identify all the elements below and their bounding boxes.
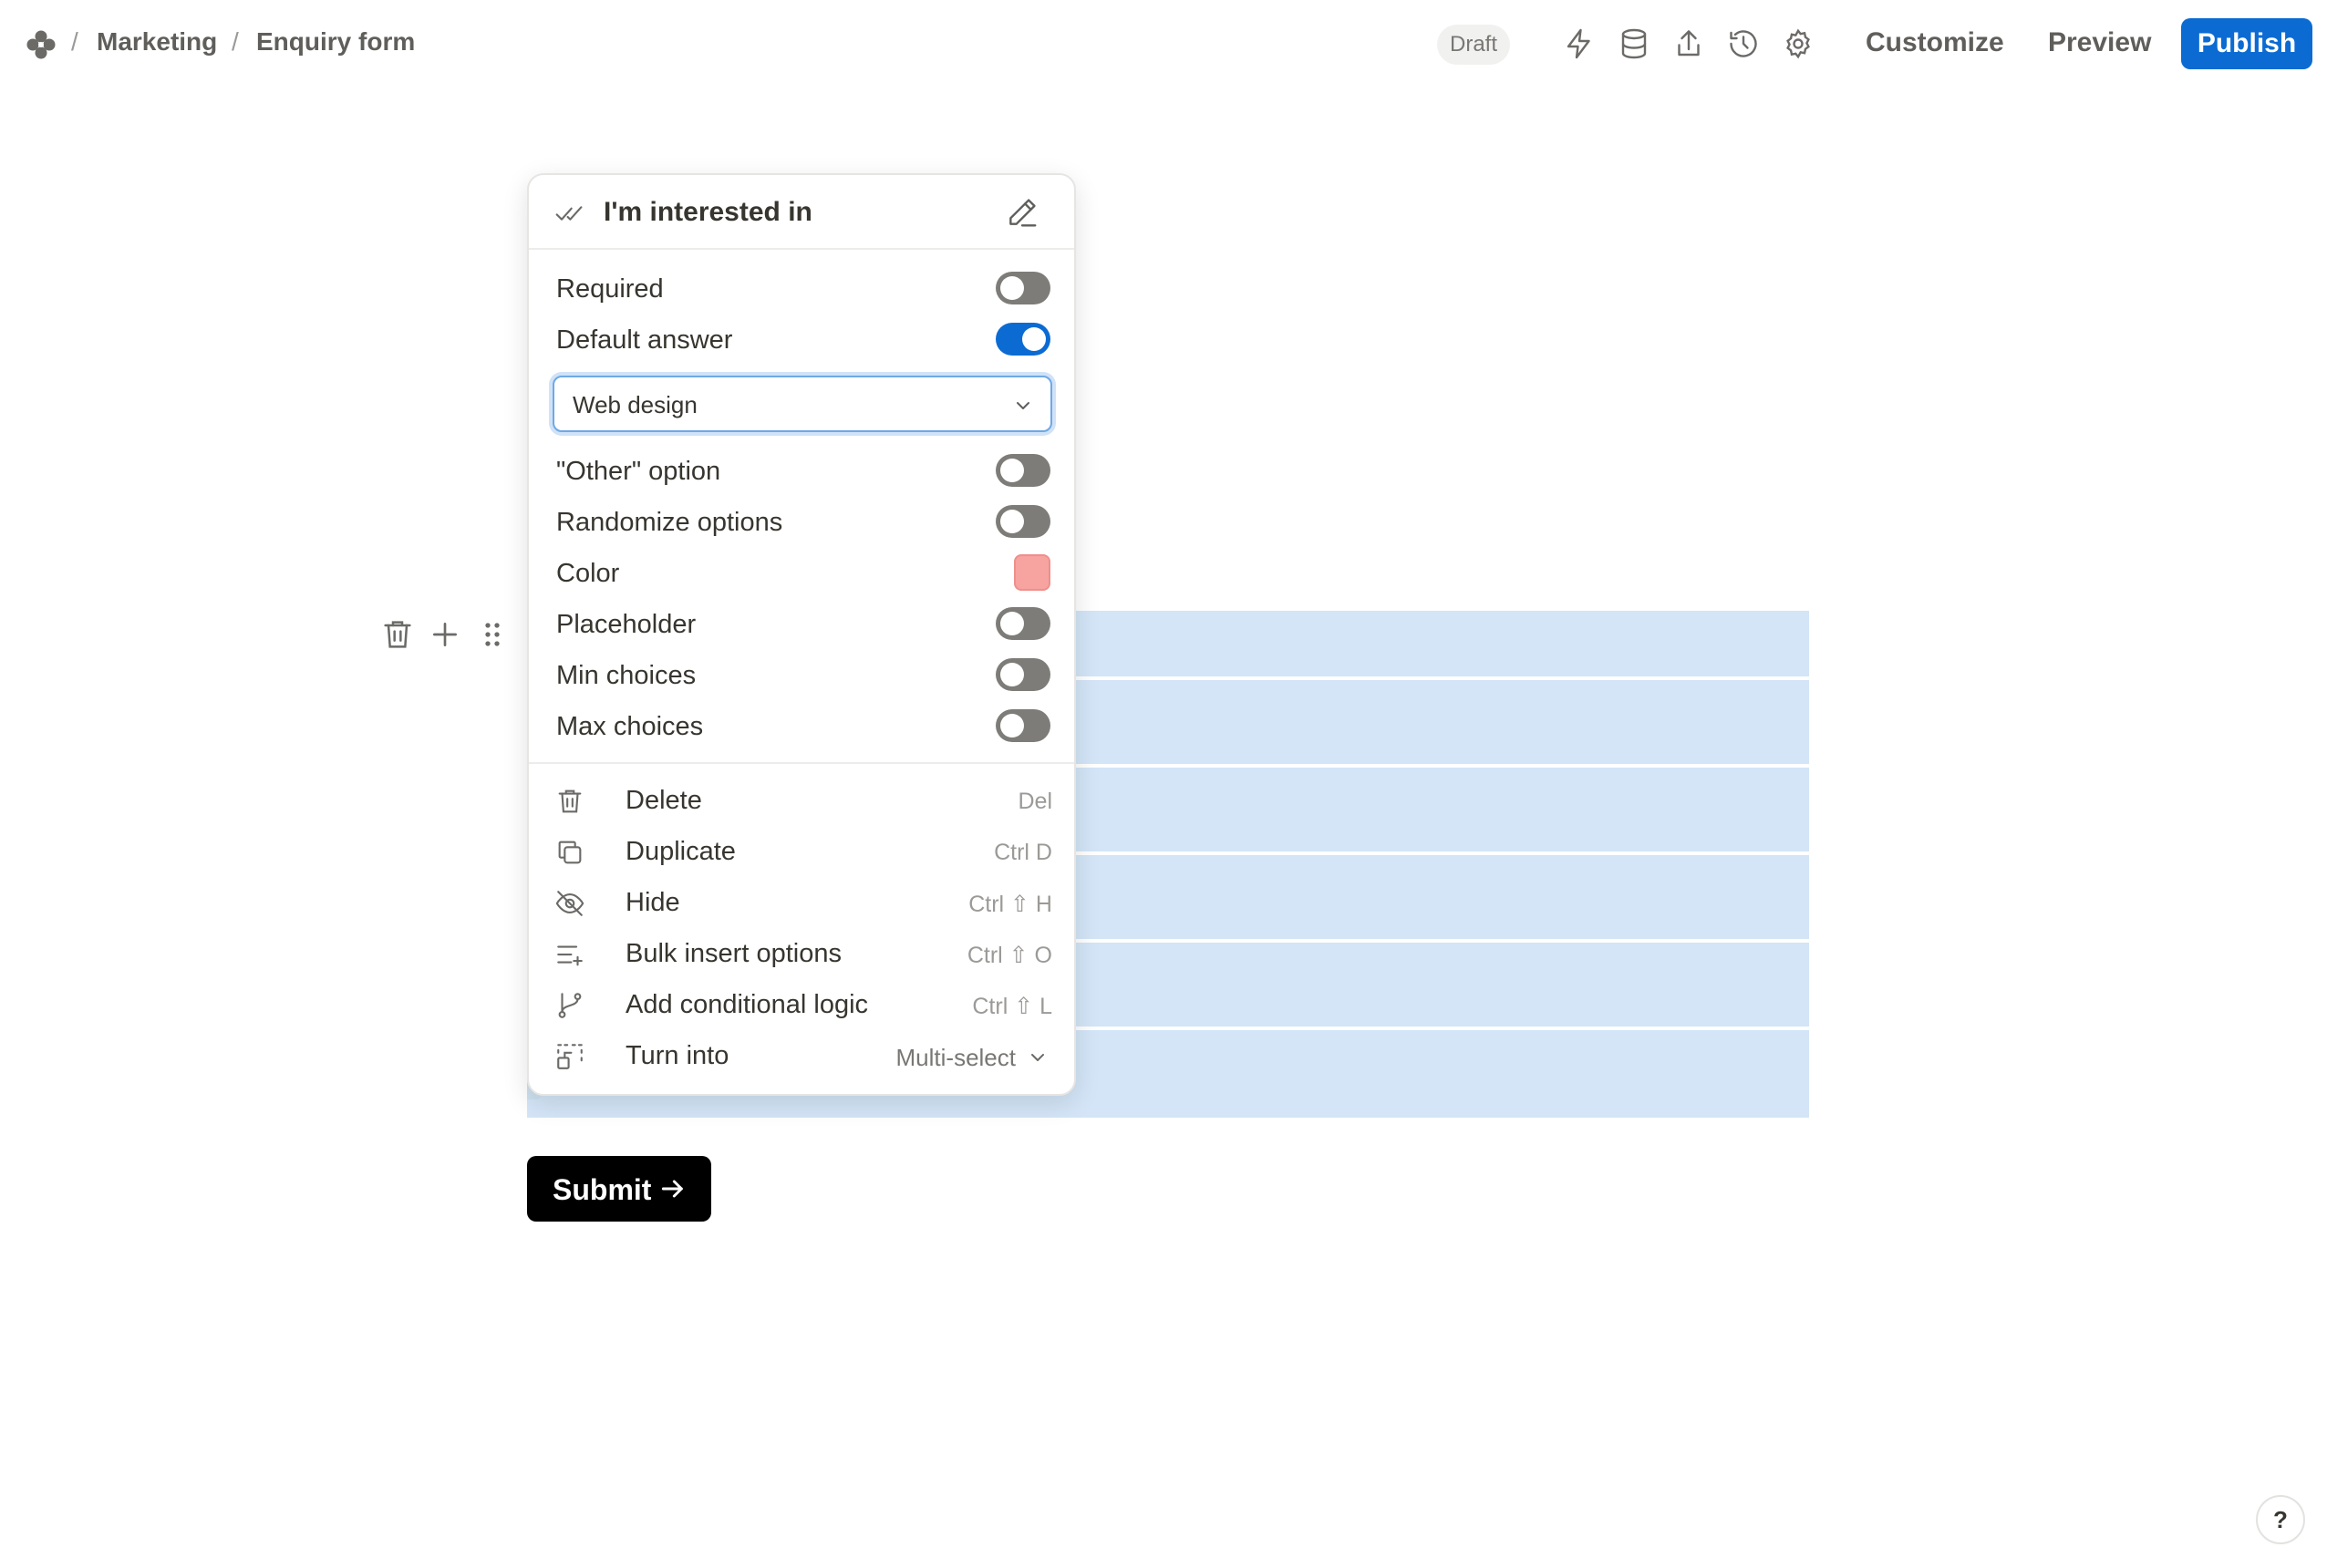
default-answer-toggle[interactable] xyxy=(996,323,1050,356)
conditional-logic-menu-item[interactable]: Add conditional logic Ctrl ⇧ L xyxy=(554,985,1052,1026)
action-label: Add conditional logic xyxy=(626,990,869,1019)
action-label: Bulk insert options xyxy=(626,939,842,968)
submit-button[interactable]: Submit xyxy=(527,1156,711,1222)
turn-into-menu-item[interactable]: Turn into Multi-select xyxy=(554,1036,1052,1078)
breadcrumb-item-marketing[interactable]: Marketing xyxy=(97,27,217,57)
duplicate-menu-item[interactable]: Duplicate Ctrl D xyxy=(554,831,1052,873)
setting-label: Placeholder xyxy=(556,610,697,639)
database-icon[interactable] xyxy=(1618,27,1650,60)
pinwheel-logo-icon[interactable] xyxy=(26,29,57,60)
delete-menu-item[interactable]: Delete Del xyxy=(554,780,1052,822)
setting-label: Randomize options xyxy=(556,508,783,537)
max-choices-toggle[interactable] xyxy=(996,709,1050,742)
shortcut-hint: Ctrl ⇧ L xyxy=(972,994,1052,1019)
trash-icon[interactable] xyxy=(379,616,416,653)
setting-required: Required xyxy=(556,268,1050,308)
default-answer-select[interactable]: Web design xyxy=(553,376,1052,432)
breadcrumb-separator: / xyxy=(71,27,78,56)
action-label: Hide xyxy=(626,888,680,917)
customize-button[interactable]: Customize xyxy=(1866,27,2004,58)
setting-other-option: "Other" option xyxy=(556,450,1050,490)
setting-label: Min choices xyxy=(556,661,697,690)
field-settings-popover: I'm interested in Required Default answe… xyxy=(527,173,1076,1096)
chevron-down-icon xyxy=(1017,402,1029,409)
color-swatch[interactable] xyxy=(1014,554,1050,591)
required-toggle[interactable] xyxy=(996,272,1050,304)
breadcrumb-item-enquiry-form[interactable]: Enquiry form xyxy=(256,27,415,57)
setting-default-answer: Default answer xyxy=(556,319,1050,359)
convert-icon xyxy=(557,1044,583,1069)
top-bar: / Marketing / Enquiry form Draft Customi… xyxy=(0,0,2327,91)
shortcut-hint: Del xyxy=(1018,789,1052,814)
setting-color: Color xyxy=(556,552,1050,593)
trash-icon xyxy=(558,789,582,813)
duplicate-icon xyxy=(558,841,582,864)
preview-button[interactable]: Preview xyxy=(2048,27,2151,58)
drag-handle-icon[interactable] xyxy=(474,616,511,653)
help-button[interactable]: ? xyxy=(2256,1495,2305,1544)
setting-randomize: Randomize options xyxy=(556,501,1050,542)
chevron-down-icon xyxy=(1031,1054,1044,1061)
shortcut-hint: Ctrl D xyxy=(994,840,1052,865)
eye-off-icon xyxy=(555,891,584,916)
turn-into-value: Multi-select xyxy=(895,1044,1016,1071)
hide-menu-item[interactable]: Hide Ctrl ⇧ H xyxy=(554,882,1052,924)
gear-icon[interactable] xyxy=(1782,27,1815,60)
randomize-toggle[interactable] xyxy=(996,505,1050,538)
bulk-insert-menu-item[interactable]: Bulk insert options Ctrl ⇧ O xyxy=(554,934,1052,975)
shortcut-hint: Ctrl ⇧ O xyxy=(967,943,1052,968)
submit-label: Submit xyxy=(553,1173,652,1206)
branch-icon xyxy=(558,993,582,1018)
status-badge: Draft xyxy=(1437,25,1511,65)
setting-label: Default answer xyxy=(556,325,733,355)
double-check-icon xyxy=(555,206,583,221)
lightning-icon[interactable] xyxy=(1563,27,1596,60)
plus-icon[interactable] xyxy=(427,616,463,653)
shortcut-hint: Ctrl ⇧ H xyxy=(968,892,1052,917)
history-icon[interactable] xyxy=(1727,27,1760,60)
list-plus-icon xyxy=(557,945,583,966)
placeholder-toggle[interactable] xyxy=(996,607,1050,640)
setting-label: Required xyxy=(556,274,664,304)
other-option-toggle[interactable] xyxy=(996,454,1050,487)
min-choices-toggle[interactable] xyxy=(996,658,1050,691)
pencil-icon[interactable] xyxy=(1005,195,1039,230)
setting-label: Color xyxy=(556,559,620,588)
setting-max-choices: Max choices xyxy=(556,706,1050,746)
setting-label: Max choices xyxy=(556,712,704,741)
arrow-right-icon xyxy=(661,1180,683,1198)
action-label: Turn into xyxy=(626,1041,729,1070)
breadcrumb-separator: / xyxy=(232,27,239,56)
share-icon[interactable] xyxy=(1672,27,1705,60)
divider xyxy=(529,762,1074,764)
setting-min-choices: Min choices xyxy=(556,655,1050,695)
popover-header: I'm interested in xyxy=(529,175,1074,250)
action-label: Delete xyxy=(626,786,702,815)
select-value: Web design xyxy=(573,391,698,418)
setting-label: "Other" option xyxy=(556,457,721,486)
action-label: Duplicate xyxy=(626,837,736,866)
publish-button[interactable]: Publish xyxy=(2181,18,2312,69)
field-title: I'm interested in xyxy=(604,197,812,227)
setting-placeholder: Placeholder xyxy=(556,603,1050,644)
